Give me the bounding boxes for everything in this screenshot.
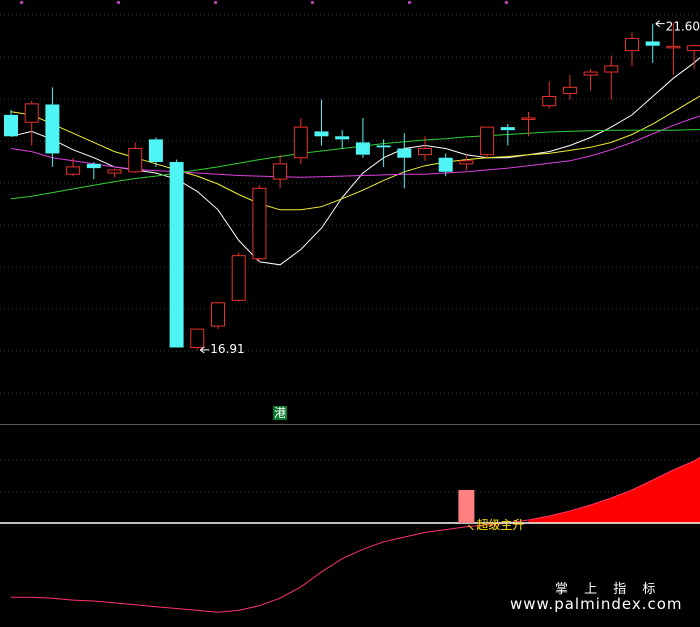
candle-body bbox=[542, 96, 557, 107]
candle bbox=[604, 55, 619, 100]
candle-body bbox=[169, 162, 184, 348]
candle bbox=[562, 75, 577, 100]
candle bbox=[128, 142, 143, 174]
candle-body bbox=[128, 148, 143, 173]
candle-body bbox=[583, 71, 598, 76]
candle bbox=[211, 301, 225, 330]
candle-body bbox=[459, 160, 474, 165]
candle bbox=[459, 154, 474, 170]
candle bbox=[45, 87, 60, 167]
candle bbox=[625, 32, 639, 66]
signal-bar bbox=[458, 490, 475, 523]
candle-body bbox=[252, 187, 267, 260]
candle-body bbox=[293, 126, 308, 159]
candle-body bbox=[355, 142, 370, 155]
stock-chart: 21.6016.91港 超级主升 掌 上 指 标 www.palmindex.c… bbox=[0, 1, 700, 627]
candle bbox=[480, 126, 495, 158]
ma-line-0 bbox=[10, 56, 700, 266]
chart-stage: 21.60 16.91 港 超级主升 掌 上 指 标 www.palmindex.c… bbox=[0, 0, 700, 627]
candle bbox=[169, 159, 184, 348]
candle-body bbox=[24, 103, 39, 123]
candle bbox=[231, 252, 246, 302]
top-marker bbox=[311, 1, 314, 4]
candle-body bbox=[418, 148, 432, 156]
top-marker bbox=[505, 1, 508, 4]
sub-positive-area bbox=[528, 457, 700, 523]
candle bbox=[542, 81, 557, 109]
candle bbox=[355, 117, 370, 158]
top-marker bbox=[214, 1, 217, 4]
ma-line-1 bbox=[10, 95, 700, 211]
candle-body bbox=[211, 302, 225, 327]
candle-body bbox=[314, 131, 329, 137]
candle-body bbox=[687, 45, 700, 52]
candles bbox=[4, 23, 700, 350]
candle bbox=[687, 44, 700, 69]
candle bbox=[314, 99, 329, 146]
top-marker bbox=[20, 1, 23, 4]
candle-body bbox=[190, 328, 205, 348]
top-marker bbox=[408, 1, 411, 4]
moving-averages bbox=[10, 56, 700, 266]
candle-body bbox=[521, 117, 536, 120]
candle bbox=[107, 168, 122, 178]
candle bbox=[293, 117, 308, 164]
candle-body bbox=[666, 45, 681, 49]
candle bbox=[190, 328, 205, 350]
candle-body bbox=[335, 136, 350, 140]
candle-body bbox=[4, 114, 18, 137]
candle bbox=[645, 23, 660, 63]
candle bbox=[583, 68, 598, 91]
candle-body bbox=[376, 145, 391, 148]
annotations: 21.60 16.91 港 bbox=[200, 20, 700, 420]
ma-line-3 bbox=[10, 129, 700, 200]
candle-body bbox=[500, 127, 515, 131]
candle-body bbox=[45, 104, 60, 154]
candle-body bbox=[148, 139, 163, 163]
annotation-label: 21.60 bbox=[666, 20, 700, 34]
top-marker bbox=[117, 1, 120, 4]
candle-body bbox=[231, 255, 246, 301]
candle-body bbox=[625, 37, 639, 52]
candle bbox=[4, 109, 18, 137]
candle-body bbox=[604, 65, 619, 73]
candle-body bbox=[562, 86, 577, 94]
badge-label: 港 bbox=[274, 406, 286, 420]
candle bbox=[86, 162, 101, 180]
ma-line-2 bbox=[10, 115, 700, 178]
candle-body bbox=[480, 126, 495, 156]
candle bbox=[24, 100, 39, 146]
candle-body bbox=[397, 148, 412, 158]
candle-body bbox=[645, 41, 660, 46]
annotation-label: 16.91 bbox=[210, 342, 244, 356]
candle-body bbox=[86, 163, 101, 169]
candle-body bbox=[438, 157, 453, 172]
watermark-line2: www.palmindex.com bbox=[510, 595, 683, 613]
candle-body bbox=[273, 163, 288, 180]
annotation-arrow bbox=[655, 20, 665, 28]
signal-label: 超级主升 bbox=[476, 517, 524, 532]
candle bbox=[252, 185, 267, 262]
candle-body bbox=[66, 166, 81, 175]
candle bbox=[335, 130, 350, 149]
candle-body bbox=[107, 169, 122, 174]
